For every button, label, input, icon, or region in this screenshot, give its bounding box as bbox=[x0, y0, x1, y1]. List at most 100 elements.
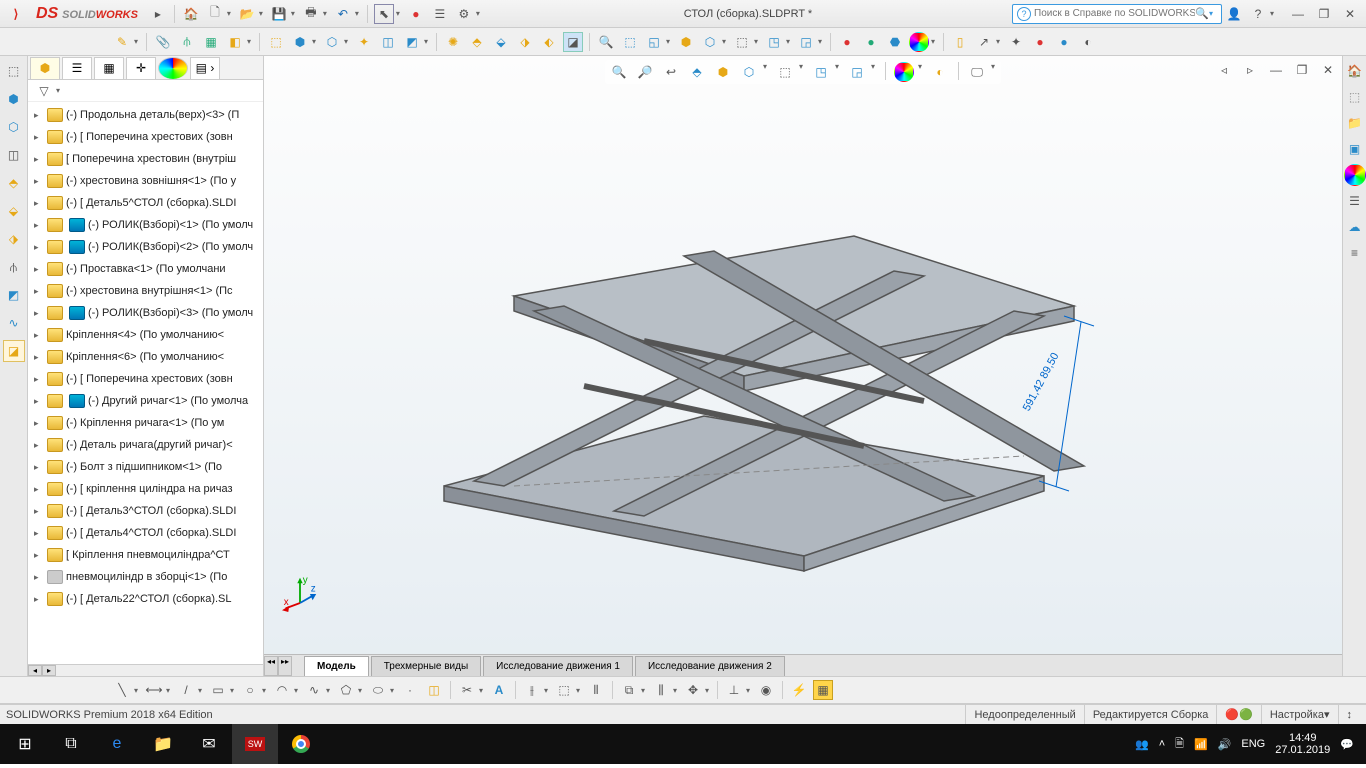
tool-grid-icon[interactable]: ▦ bbox=[201, 32, 221, 52]
rail-feat2-icon[interactable]: ⬢ bbox=[3, 88, 25, 110]
tab-motion1[interactable]: Исследование движения 1 bbox=[483, 656, 633, 676]
expand-icon[interactable]: ▸ bbox=[34, 264, 44, 275]
sk-ellipse-icon[interactable]: ⬭ bbox=[368, 680, 388, 700]
tree-item[interactable]: ▸(-) хрестовина внутрішня<1> (Пс bbox=[28, 280, 263, 302]
tool-app2-icon[interactable]: ● bbox=[861, 32, 881, 52]
sk-plane-icon[interactable]: ◫ bbox=[424, 680, 444, 700]
view-triad[interactable]: y x z bbox=[282, 576, 318, 612]
tool-win4-icon[interactable]: ● bbox=[1030, 32, 1050, 52]
tree-item[interactable]: ▸(-) Проставка<1> (По умолчани bbox=[28, 258, 263, 280]
tray-up-icon[interactable]: ˄ bbox=[1159, 738, 1165, 750]
home-icon[interactable]: 🏠 bbox=[181, 4, 201, 24]
tree-tab-display[interactable] bbox=[158, 57, 188, 79]
tool-tree-icon[interactable]: ⫛ bbox=[177, 32, 197, 52]
open-icon[interactable]: 📂 bbox=[237, 4, 257, 24]
tree-item[interactable]: ▸(-) [ Деталь3^СТОЛ (сборка).SLDI bbox=[28, 500, 263, 522]
mail-icon[interactable]: ✉ bbox=[186, 724, 232, 764]
expand-icon[interactable]: ▸ bbox=[34, 506, 44, 517]
tray-net-icon[interactable]: 📶 bbox=[1194, 738, 1208, 751]
chrome-icon[interactable] bbox=[278, 724, 324, 764]
tool-asm4-icon[interactable]: ✦ bbox=[354, 32, 374, 52]
status-traffic-icon[interactable]: 🔴🟢 bbox=[1216, 705, 1260, 724]
close-icon[interactable]: ✕ bbox=[1340, 4, 1360, 24]
expand-icon[interactable]: ▸ bbox=[34, 550, 44, 561]
expand-icon[interactable]: ▸ bbox=[34, 418, 44, 429]
tray-doc-icon[interactable]: 🗎 bbox=[1175, 735, 1184, 754]
tree-tab-feature[interactable]: ⬢ bbox=[30, 57, 60, 79]
tool-exp1-icon[interactable]: ✺ bbox=[443, 32, 463, 52]
rail-feat3-icon[interactable]: ⬡ bbox=[3, 116, 25, 138]
rp-more-icon[interactable]: ≡ bbox=[1344, 242, 1366, 264]
sk-point-icon[interactable]: · bbox=[400, 680, 420, 700]
tool-clip-icon[interactable]: 📎 bbox=[153, 32, 173, 52]
tree-item[interactable]: ▸(-) Продольна деталь(верх)<3> (П bbox=[28, 104, 263, 126]
btab-prev-icon[interactable]: ◂◂ bbox=[264, 656, 278, 676]
rail-feat8-icon[interactable]: ⫛ bbox=[3, 256, 25, 278]
rp-box-icon[interactable]: ⬚ bbox=[1344, 86, 1366, 108]
tree-item[interactable]: ▸Кріплення<4> (По умолчанию< bbox=[28, 324, 263, 346]
tab-motion2[interactable]: Исследование движения 2 bbox=[635, 656, 785, 676]
tree-h-scroll[interactable]: ◂ ▸ bbox=[28, 664, 263, 676]
task-view-icon[interactable]: ⧉ bbox=[48, 724, 94, 764]
rp-folder-icon[interactable]: 📁 bbox=[1344, 112, 1366, 134]
status-custom[interactable]: Настройка ▾ bbox=[1261, 705, 1338, 724]
tool-exp2-icon[interactable]: ⬘ bbox=[467, 32, 487, 52]
tree-item[interactable]: ▸[ Кріплення пневмоциліндра^СТ bbox=[28, 544, 263, 566]
rp-view-icon[interactable]: ▣ bbox=[1344, 138, 1366, 160]
expand-icon[interactable]: ▸ bbox=[34, 198, 44, 209]
sk-off-icon[interactable]: ⫴ bbox=[586, 680, 606, 700]
tree-item[interactable]: ▸(-) [ Поперечина хрестових (зовн bbox=[28, 368, 263, 390]
tool-view5-icon[interactable]: ⬡ bbox=[700, 32, 720, 52]
tool-exp6-icon[interactable]: ◪ bbox=[563, 32, 583, 52]
tree-item[interactable]: ▸(-) РОЛИК(Взборі)<3> (По умолч bbox=[28, 302, 263, 324]
view-max-icon[interactable]: ❐ bbox=[1292, 60, 1312, 80]
minimize-icon[interactable]: — bbox=[1288, 4, 1308, 24]
vt-display-icon[interactable]: ⬚ bbox=[775, 62, 795, 82]
sk-arc-icon[interactable]: ◠ bbox=[272, 680, 292, 700]
scroll-left-icon[interactable]: ◂ bbox=[28, 665, 42, 676]
save-icon[interactable]: 💾 bbox=[269, 4, 289, 24]
status-cursor-icon[interactable]: ↕ bbox=[1338, 705, 1361, 724]
tool-asm2-icon[interactable]: ⬢ bbox=[290, 32, 310, 52]
tool-app4-icon[interactable] bbox=[909, 32, 929, 52]
tree-item[interactable]: ▸Кріплення<6> (По умолчанию< bbox=[28, 346, 263, 368]
help-search-input[interactable] bbox=[1034, 8, 1195, 19]
expand-icon[interactable]: ▸ bbox=[34, 132, 44, 143]
tree-item[interactable]: ▸(-) РОЛИК(Взборі)<1> (По умолч bbox=[28, 214, 263, 236]
tray-lang[interactable]: ENG bbox=[1241, 738, 1265, 750]
sk-text-icon[interactable]: A bbox=[489, 680, 509, 700]
tray-clock[interactable]: 14:4927.01.2019 bbox=[1275, 732, 1330, 756]
tool-win1-icon[interactable]: ▯ bbox=[950, 32, 970, 52]
tray-vol-icon[interactable]: 🔊 bbox=[1218, 738, 1232, 751]
expand-icon[interactable]: ▸ bbox=[34, 154, 44, 165]
expand-icon[interactable]: ▸ bbox=[34, 110, 44, 121]
sk-poly-icon[interactable]: ⬠ bbox=[336, 680, 356, 700]
tool-view4-icon[interactable]: ⬢ bbox=[676, 32, 696, 52]
edge-icon[interactable]: e bbox=[94, 724, 140, 764]
view-close-icon[interactable]: ✕ bbox=[1318, 60, 1338, 80]
expand-right-icon[interactable]: ▸ bbox=[148, 4, 168, 24]
sk-trim-icon[interactable]: ✂ bbox=[457, 680, 477, 700]
rebuild-icon[interactable]: ● bbox=[406, 4, 426, 24]
sk-inst-icon[interactable]: ▦ bbox=[813, 680, 833, 700]
tree-item[interactable]: ▸(-) Другий ричаг<1> (По умолча bbox=[28, 390, 263, 412]
vt-scene-icon[interactable]: ◳ bbox=[811, 62, 831, 82]
vt-hide-icon[interactable]: ◲ bbox=[847, 62, 867, 82]
tool-win5-icon[interactable]: ● bbox=[1054, 32, 1074, 52]
vt-dyn-icon[interactable]: ⬢ bbox=[713, 62, 733, 82]
sw-app-icon[interactable]: ⟩ bbox=[6, 4, 26, 24]
tool-view3-icon[interactable]: ◱ bbox=[644, 32, 664, 52]
sk-rel-icon[interactable]: ⊥ bbox=[724, 680, 744, 700]
tool-asm3-icon[interactable]: ⬡ bbox=[322, 32, 342, 52]
expand-icon[interactable]: ▸ bbox=[34, 462, 44, 473]
rail-feat9-icon[interactable]: ◩ bbox=[3, 284, 25, 306]
expand-icon[interactable]: ▸ bbox=[34, 220, 44, 231]
tool-asm6-icon[interactable]: ◩ bbox=[402, 32, 422, 52]
btab-next-icon[interactable]: ▸▸ bbox=[278, 656, 292, 676]
vt-appear-icon[interactable] bbox=[894, 62, 914, 82]
tool-app1-icon[interactable]: ● bbox=[837, 32, 857, 52]
tool-exp4-icon[interactable]: ⬗ bbox=[515, 32, 535, 52]
expand-icon[interactable]: ▸ bbox=[34, 572, 44, 583]
expand-icon[interactable]: ▸ bbox=[34, 440, 44, 451]
tool-asm5-icon[interactable]: ◫ bbox=[378, 32, 398, 52]
